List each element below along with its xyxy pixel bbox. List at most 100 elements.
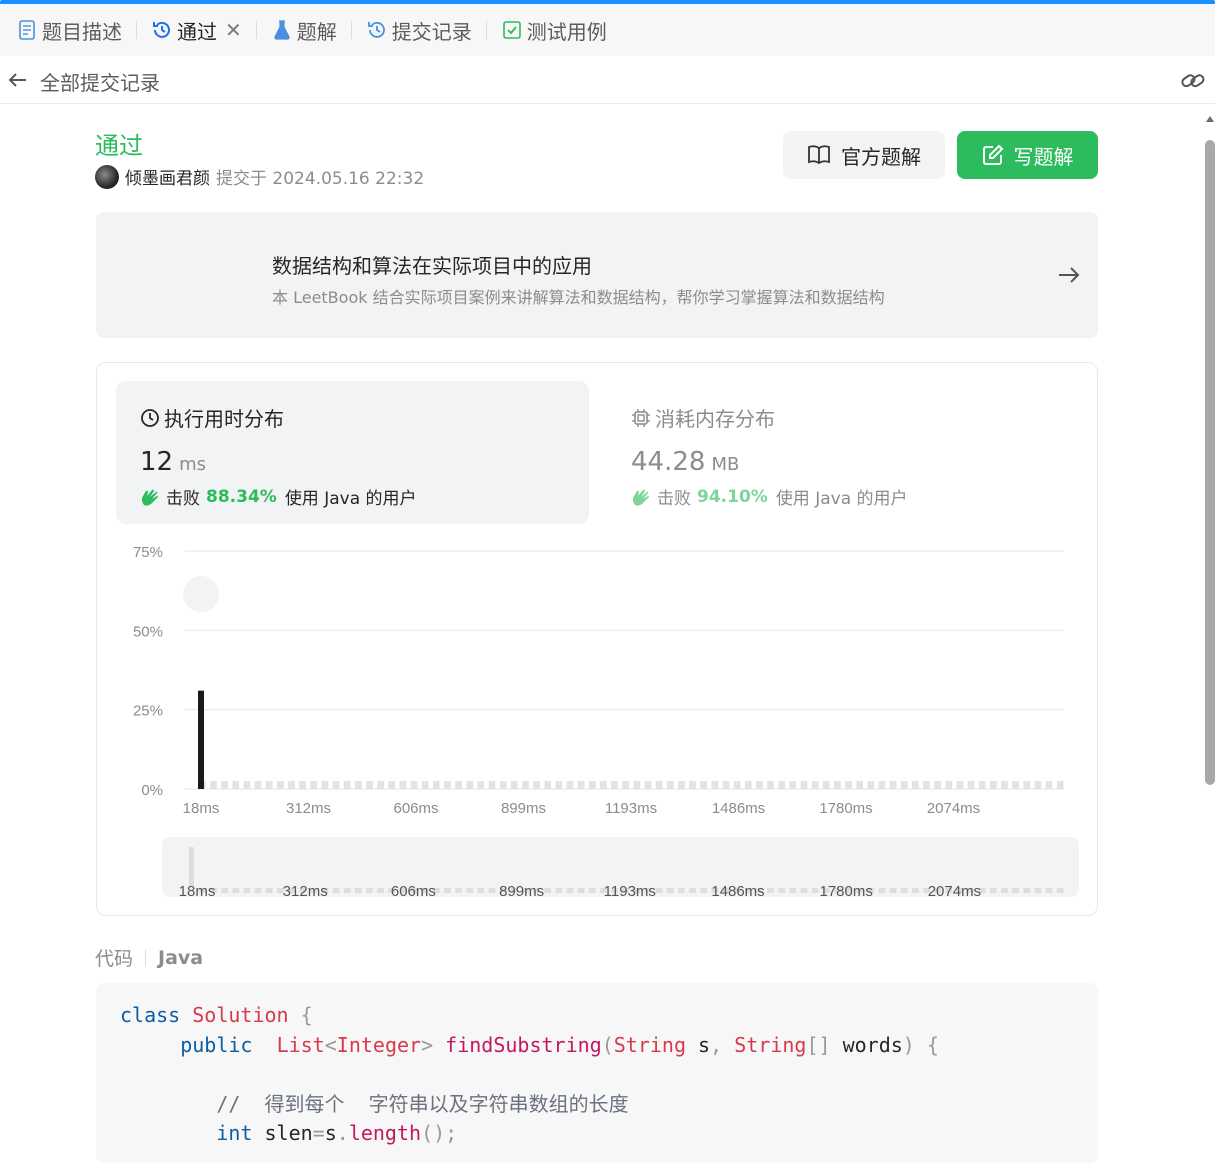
scrollbar[interactable] [1203, 112, 1215, 1152]
edit-icon [982, 144, 1003, 165]
avatar[interactable] [95, 164, 119, 189]
chart-bar [221, 781, 228, 789]
chart-bar [666, 781, 674, 789]
code-token: List [276, 1032, 325, 1057]
close-icon[interactable]: ✕ [225, 18, 242, 42]
chart-bar [432, 781, 440, 789]
overview-bar [588, 888, 596, 893]
tab-label: 题目描述 [42, 19, 122, 44]
link-icon[interactable] [1180, 68, 1206, 94]
overview-bar [466, 888, 474, 893]
x-tick-label: 312ms [286, 800, 331, 817]
tab-testcases[interactable]: 测试用例 [495, 4, 613, 56]
tab-divider [136, 21, 137, 39]
tab-description[interactable]: 题目描述 [10, 4, 128, 56]
overview-brush-handle [189, 847, 194, 887]
memory-label-text: 消耗内存分布 [655, 407, 775, 431]
code-token: int [216, 1121, 253, 1145]
submission-meta: 倾墨画君颜 提交于 2024.05.16 22:32 [95, 164, 424, 189]
overview-bar [243, 888, 251, 893]
runtime-distribution-chart[interactable]: 75% 50% 25% 0% 18ms 312ms 606ms 899ms 1193ms 1486… [97, 533, 1099, 913]
official-solution-button[interactable]: 官方题解 [783, 131, 945, 179]
performance-card: 执行用时分布 12 ms 击败 88.34% 使用 Java 的用户 消耗内存分布… [96, 362, 1098, 916]
chart-bar [845, 781, 852, 789]
overview-bar [544, 888, 552, 893]
chart-bar [444, 781, 451, 789]
runtime-stat-tab[interactable]: 执行用时分布 12 ms 击败 88.34% 使用 Java 的用户 [116, 381, 589, 524]
tab-divider [350, 21, 352, 39]
memory-stat-tab[interactable]: 消耗内存分布 44.28 MB 击败 94.10% 使用 Java 的用户 [607, 381, 1080, 524]
tab-solutions[interactable]: 题解 [265, 4, 343, 56]
chart-bar [800, 781, 808, 789]
chart-bar [566, 781, 574, 789]
write-solution-button[interactable]: 写题解 [957, 131, 1098, 179]
code-header-divider [145, 948, 147, 967]
overview-bar [555, 888, 563, 893]
leetbook-promo[interactable]: 数据结构和算法在实际项目中的应用 本 LeetBook 结合实际项目案例来讲解算… [96, 212, 1098, 338]
code-token: < [324, 1032, 337, 1057]
chart-bar [733, 781, 741, 789]
code-token: String [613, 1032, 687, 1057]
overview-bar [1034, 888, 1042, 893]
chart-bar [644, 781, 652, 789]
overview-bar [990, 888, 997, 893]
chart-bar [811, 781, 819, 789]
runtime-value: 12 ms [140, 447, 206, 477]
all-submissions-link[interactable]: 全部提交记录 [40, 67, 160, 96]
chart-bar [967, 781, 975, 789]
memory-number: 44.28 [631, 447, 706, 477]
submitted-time: 提交于 2024.05.16 22:32 [216, 169, 425, 189]
tab-accepted[interactable]: 通过 ✕ [145, 4, 248, 56]
tab-submissions[interactable]: 提交记录 [360, 4, 478, 56]
chart-bar [477, 781, 485, 789]
overview-bar [678, 888, 685, 893]
chart-bar [299, 781, 306, 789]
write-solution-label: 写题解 [1013, 144, 1074, 169]
overview-bar [1056, 888, 1064, 893]
overview-bar [366, 888, 373, 893]
x-tick-label: 2074ms [927, 800, 980, 817]
chart-bar [600, 781, 607, 789]
chart-bar [689, 781, 696, 789]
history-icon [366, 19, 388, 41]
code-block[interactable]: class Solution { public List<Integer> fi… [96, 983, 1098, 1163]
code-label: 代码 [95, 948, 134, 970]
chart-bar [822, 781, 830, 789]
overview-bar [789, 888, 797, 893]
chart-bar [900, 781, 908, 789]
chart-bar [243, 781, 251, 789]
chart-bar [789, 781, 797, 789]
chart-bar [265, 781, 273, 789]
code-token: { [300, 1003, 313, 1027]
chart-bar [276, 781, 284, 789]
runtime-number: 12 [140, 447, 174, 477]
chart-bar [756, 781, 763, 789]
overview-tick-label: 1193ms [604, 883, 656, 900]
overview-bar [778, 888, 786, 893]
memory-label: 消耗内存分布 [631, 403, 775, 432]
scroll-up-arrow-icon[interactable] [1206, 116, 1214, 122]
chart-bar [254, 781, 262, 789]
memory-unit: MB [711, 454, 740, 475]
clap-icon [632, 489, 649, 506]
chart-bar [377, 781, 384, 789]
overview-tick-label: 2074ms [928, 883, 981, 900]
code-token: = [312, 1121, 325, 1145]
runtime-beats: 击败 88.34% 使用 Java 的用户 [140, 484, 417, 509]
scrollbar-thumb[interactable] [1205, 140, 1215, 785]
overview-bar [332, 888, 340, 893]
username[interactable]: 倾墨画君颜 [125, 164, 210, 189]
x-tick-label: 1193ms [605, 800, 657, 817]
overview-tick-label: 606ms [391, 883, 436, 900]
overview-tick-label: 312ms [283, 883, 328, 900]
clap-icon [141, 489, 158, 506]
chart-bar [466, 781, 474, 789]
chart-bar [956, 781, 964, 789]
overview-bar [811, 888, 819, 893]
chart-bar [1001, 781, 1008, 789]
back-arrow-icon[interactable] [6, 68, 30, 92]
chart-bar [767, 781, 774, 789]
overview-bar [488, 888, 496, 893]
chart-bar [678, 781, 685, 789]
y-tick-label: 25% [133, 703, 163, 720]
